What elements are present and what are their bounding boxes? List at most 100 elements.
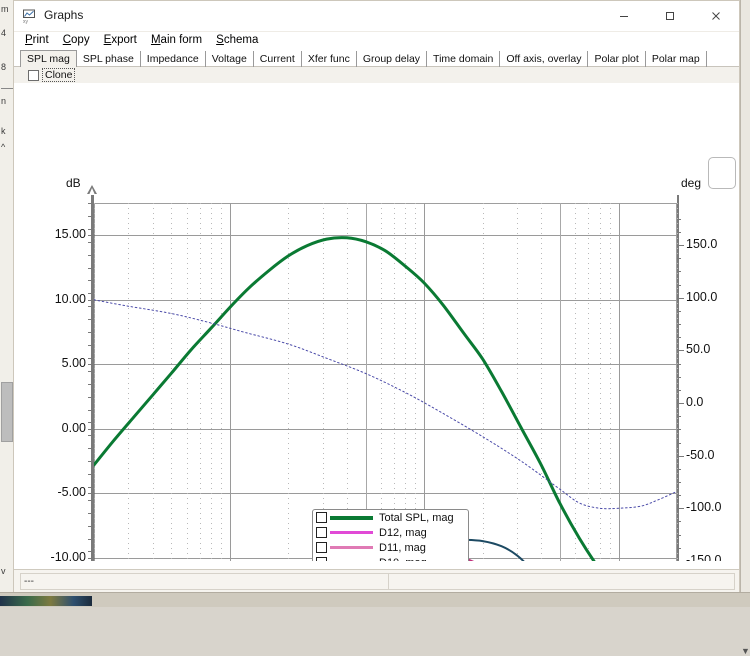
y2-tick-minor xyxy=(677,495,681,496)
y2-tick-minor xyxy=(677,232,681,233)
y-axis-tick-label: 10.00 xyxy=(16,292,86,306)
tab-spl-phase[interactable]: SPL phase xyxy=(77,51,141,67)
y-tick-minor xyxy=(88,332,92,333)
tab-polar-map[interactable]: Polar map xyxy=(646,51,707,67)
tab-current[interactable]: Current xyxy=(254,51,302,67)
y-tick-minor xyxy=(88,203,92,204)
background-scrollbar-thumb[interactable] xyxy=(1,382,13,442)
y-tick-minor xyxy=(88,371,92,372)
y-axis-tick-label: 5.00 xyxy=(16,356,86,370)
status-pane-left: --- xyxy=(20,573,390,590)
legend-checkbox[interactable] xyxy=(316,542,327,553)
y-tick-minor xyxy=(88,487,92,488)
menu-item-schema[interactable]: Schema xyxy=(211,32,264,48)
tab-polar-plot[interactable]: Polar plot xyxy=(588,51,645,67)
tabstrip: SPL magSPL phaseImpedanceVoltageCurrentX… xyxy=(14,50,739,67)
legend-checkbox[interactable] xyxy=(316,557,327,561)
graph-canvas[interactable]: Total SPL, magD12, magD11, magD10, magD1… xyxy=(94,203,677,561)
y-tick-minor xyxy=(88,280,92,281)
background-left-panel: m 4 8 n k ^ v xyxy=(0,0,14,594)
y2-axis-tick-label: -100.0 xyxy=(686,500,739,514)
menu-item-copy[interactable]: Copy xyxy=(58,32,96,48)
y2-tick-minor xyxy=(677,350,681,351)
y-tick-minor xyxy=(88,474,92,475)
legend-item[interactable]: D11, mag xyxy=(313,540,468,555)
close-button[interactable] xyxy=(693,1,739,31)
y2-tick-minor xyxy=(677,324,681,325)
svg-text:xy: xy xyxy=(23,19,29,24)
y2-tick-minor xyxy=(677,219,681,220)
y2-tick-minor xyxy=(677,482,681,483)
close-icon xyxy=(710,10,722,22)
bg-fragment: v xyxy=(1,566,6,576)
menu-item-export[interactable]: Export xyxy=(99,32,143,48)
tab-voltage[interactable]: Voltage xyxy=(206,51,254,67)
tab-group-delay[interactable]: Group delay xyxy=(357,51,427,67)
y-axis-tick-label: 15.00 xyxy=(16,227,86,241)
menu-item-copy-label: opy xyxy=(71,34,90,46)
tab-impedance[interactable]: Impedance xyxy=(141,51,206,67)
y2-tick-minor xyxy=(677,298,681,299)
y-tick-minor xyxy=(88,500,92,501)
y-tick-minor xyxy=(88,293,92,294)
y-axis-title: dB xyxy=(66,176,81,190)
minimize-icon xyxy=(618,10,630,22)
y2-axis-tick-label: 50.0 xyxy=(686,342,739,356)
graph-window-icon: xy xyxy=(22,8,38,24)
y-tick-minor xyxy=(88,551,92,552)
legend-checkbox[interactable] xyxy=(316,527,327,538)
clone-checkbox[interactable] xyxy=(28,70,39,81)
y-tick-minor xyxy=(88,268,92,269)
background-right-panel xyxy=(740,0,750,594)
y2-axis-title: deg xyxy=(681,176,701,190)
y2-tick-minor xyxy=(677,364,681,365)
y2-tick-minor xyxy=(677,258,681,259)
y2-tick-minor xyxy=(677,429,681,430)
y-tick-minor xyxy=(88,435,92,436)
menu-item-export-label: xport xyxy=(111,34,137,46)
y2-tick-minor xyxy=(677,377,681,378)
background-taskbar xyxy=(0,592,750,607)
y2-tick-minor xyxy=(677,508,681,509)
menu-item-print[interactable]: Print xyxy=(20,32,55,48)
y2-tick-minor xyxy=(677,443,681,444)
bg-fragment: n xyxy=(1,96,6,106)
clone-label[interactable]: Clone xyxy=(42,68,75,82)
y2-tick-minor xyxy=(677,535,681,536)
legend-label: D10, mag xyxy=(379,557,427,562)
y2-axis-tick-label: 0.0 xyxy=(686,395,739,409)
legend-color-swatch xyxy=(330,531,373,534)
menu-item-main-form[interactable]: Main form xyxy=(146,32,208,48)
y2-tick-minor xyxy=(677,245,681,246)
minimize-button[interactable] xyxy=(601,1,647,31)
tab-xfer-func[interactable]: Xfer func xyxy=(302,51,357,67)
chevron-down-icon[interactable]: ▼ xyxy=(741,646,750,656)
status-pane-right xyxy=(388,573,735,590)
legend-label: Total SPL, mag xyxy=(379,512,454,524)
y2-tick-minor xyxy=(677,337,681,338)
legend-item[interactable]: D12, mag xyxy=(313,525,468,540)
window-title: Graphs xyxy=(44,8,83,22)
maximize-button[interactable] xyxy=(647,1,693,31)
y-tick-minor xyxy=(88,448,92,449)
legend-panel[interactable]: Total SPL, magD12, magD11, magD10, magD1… xyxy=(312,509,469,561)
legend-item[interactable]: D10, mag xyxy=(313,555,468,561)
y-tick-minor xyxy=(88,216,92,217)
y-tick-minor xyxy=(88,461,92,462)
bg-fragment: k xyxy=(1,126,6,136)
bg-fragment: ^ xyxy=(1,142,5,152)
menu-item-print-label: rint xyxy=(33,34,49,46)
y2-tick-minor xyxy=(677,285,681,286)
tab-time-domain[interactable]: Time domain xyxy=(427,51,500,67)
legend-label: D12, mag xyxy=(379,527,427,539)
legend-label: D11, mag xyxy=(379,542,426,554)
y2-tick-minor xyxy=(677,469,681,470)
tab-spl-mag[interactable]: SPL mag xyxy=(20,50,77,68)
graph-corner-button[interactable] xyxy=(708,157,736,189)
menu-item-schema-label: chema xyxy=(224,34,259,46)
window-titlebar[interactable]: xy Graphs xyxy=(14,1,739,32)
legend-checkbox[interactable] xyxy=(316,512,327,523)
legend-item[interactable]: Total SPL, mag xyxy=(313,510,468,525)
y-tick-minor xyxy=(88,229,92,230)
tab-off-axis-overlay[interactable]: Off axis, overlay xyxy=(500,51,588,67)
